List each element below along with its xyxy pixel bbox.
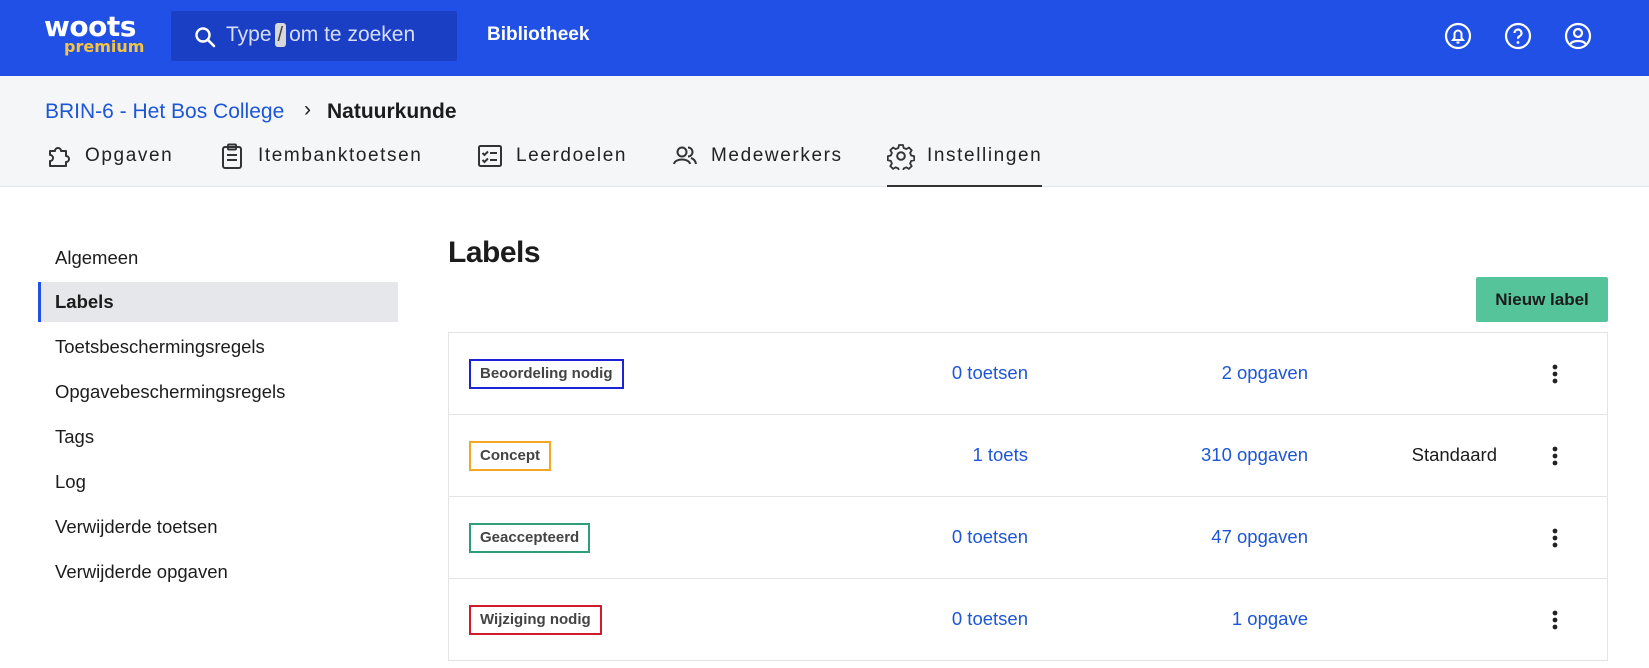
table-row: Beoordeling nodig 0 toetsen 2 opgaven: [449, 333, 1607, 415]
table-row: Wijziging nodig 0 toetsen 1 opgave: [449, 579, 1607, 660]
more-options-icon[interactable]: [1543, 441, 1567, 471]
top-navigation-bar: woots premium Type / om te zoeken Biblioth…: [0, 0, 1649, 76]
tab-label: Itembanktoetsen: [258, 145, 423, 166]
tab-label: Instellingen: [927, 145, 1043, 166]
sidebar-item-toetsbeschermingsregels[interactable]: Toetsbeschermingsregels: [38, 327, 398, 367]
table-row: Geaccepteerd 0 toetsen 47 opgaven: [449, 497, 1607, 579]
tests-count-link[interactable]: 0 toetsen: [952, 362, 1028, 384]
tests-count-link[interactable]: 0 toetsen: [952, 608, 1028, 630]
labels-table: Beoordeling nodig 0 toetsen 2 opgaven Co…: [448, 332, 1608, 661]
sidebar-item-verwijderde-toetsen[interactable]: Verwijderde toetsen: [38, 507, 398, 547]
puzzle-icon: [49, 147, 70, 167]
label-badge[interactable]: Wijziging nodig: [469, 605, 602, 635]
library-link[interactable]: Bibliotheek: [487, 24, 589, 46]
account-icon[interactable]: [1563, 21, 1593, 51]
more-options-icon[interactable]: [1543, 605, 1567, 635]
items-count-link[interactable]: 2 opgaven: [1222, 362, 1308, 384]
label-badge[interactable]: Concept: [469, 441, 551, 471]
tab-label: Opgaven: [85, 145, 174, 166]
tab-leerdoelen[interactable]: Leerdoelen: [476, 142, 627, 187]
search-input[interactable]: [171, 11, 457, 61]
breadcrumb-current: Natuurkunde: [327, 100, 457, 123]
logo-premium-text: premium: [64, 37, 145, 56]
tab-instellingen[interactable]: Instellingen: [887, 142, 1043, 187]
tests-count-link[interactable]: 0 toetsen: [952, 526, 1028, 548]
more-options-icon[interactable]: [1543, 359, 1567, 389]
tab-label: Medewerkers: [711, 145, 843, 166]
tab-opgaven[interactable]: Opgaven: [45, 142, 173, 187]
notifications-icon[interactable]: [1443, 21, 1473, 51]
new-label-button[interactable]: Nieuw label: [1476, 277, 1608, 322]
people-icon: [673, 146, 697, 165]
tests-count-link[interactable]: 1 toets: [972, 444, 1028, 466]
items-count-link[interactable]: 1 opgave: [1232, 608, 1308, 630]
table-row: Concept 1 toets 310 opgaven Standaard: [449, 415, 1607, 497]
sidebar-item-verwijderde-opgaven[interactable]: Verwijderde opgaven: [38, 552, 398, 592]
page-title: Labels: [448, 236, 541, 269]
sidebar-item-opgavebeschermingsregels[interactable]: Opgavebeschermingsregels: [38, 372, 398, 412]
search-box[interactable]: Type / om te zoeken: [171, 11, 457, 61]
sidebar-item-labels[interactable]: Labels: [38, 282, 398, 322]
label-badge[interactable]: Geaccepteerd: [469, 523, 591, 553]
items-count-link[interactable]: 310 opgaven: [1201, 444, 1308, 466]
gear-icon: [887, 144, 915, 170]
help-icon[interactable]: [1503, 21, 1533, 51]
breadcrumb-parent-link[interactable]: BRIN-6 - Het Bos College: [45, 100, 284, 124]
woots-logo[interactable]: woots premium: [44, 10, 144, 60]
tab-medewerkers[interactable]: Medewerkers: [671, 142, 843, 187]
more-options-icon[interactable]: [1543, 523, 1567, 553]
default-indicator: Standaard: [1411, 444, 1497, 465]
label-badge[interactable]: Beoordeling nodig: [469, 359, 624, 389]
tab-itembanktoetsen[interactable]: Itembanktoetsen: [218, 142, 422, 187]
chevron-right-icon: ›: [304, 98, 311, 121]
sidebar-item-algemeen[interactable]: Algemeen: [38, 238, 398, 278]
tab-label: Leerdoelen: [516, 145, 628, 166]
page-header: BRIN-6 - Het Bos College › Natuurkunde O…: [0, 76, 1649, 187]
sidebar-item-log[interactable]: Log: [38, 462, 398, 502]
checklist-icon: [478, 145, 502, 167]
sidebar-item-tags[interactable]: Tags: [38, 417, 398, 457]
clipboard-icon: [222, 143, 242, 169]
items-count-link[interactable]: 47 opgaven: [1211, 526, 1308, 548]
